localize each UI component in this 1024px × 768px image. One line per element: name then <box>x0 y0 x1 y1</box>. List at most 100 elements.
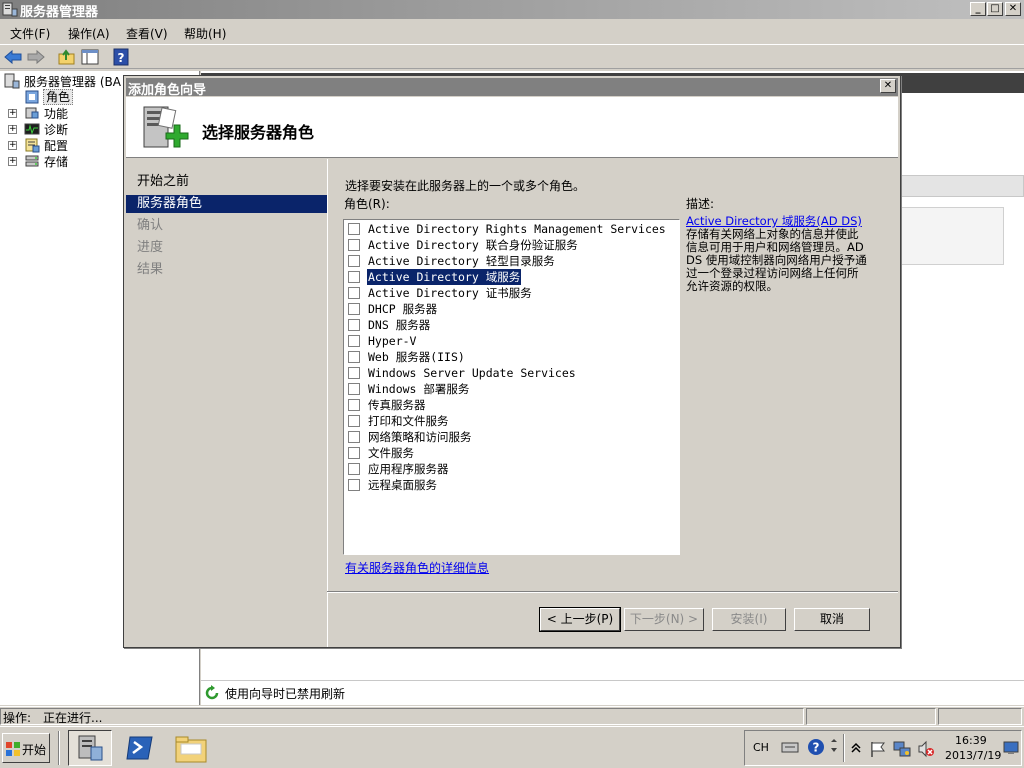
description-line: 允许资源的权限。 <box>686 279 778 293</box>
show-hide-console-tree-icon[interactable] <box>80 48 100 66</box>
role-checkbox[interactable] <box>348 415 360 427</box>
help-circle-icon[interactable]: ? <box>807 738 825 756</box>
configuration-icon <box>25 138 40 153</box>
wizard-step-before-you-begin[interactable]: 开始之前 <box>126 173 327 191</box>
wizard-step-nav: 开始之前 服务器角色 确认 进度 结果 <box>126 159 327 647</box>
status-bar: 操作: 正在进行... <box>0 706 1024 726</box>
dialog-titlebar[interactable]: 添加角色向导 ✕ <box>126 78 898 98</box>
main-window-title: 服务器管理器 <box>20 5 99 20</box>
menu-action[interactable]: 操作(A) <box>66 24 112 43</box>
role-label: 应用程序服务器 <box>368 462 449 476</box>
results-pane-section-header <box>899 175 1024 197</box>
instruction-text: 选择要安装在此服务器上的一个或多个角色。 <box>345 179 586 193</box>
network-icon[interactable] <box>893 740 911 758</box>
taskbar-explorer-button[interactable] <box>170 730 214 766</box>
role-checkbox[interactable] <box>348 255 360 267</box>
role-label: 文件服务 <box>368 446 414 460</box>
folder-icon <box>175 736 207 763</box>
menu-view[interactable]: 查看(V) <box>124 24 170 43</box>
tree-expander-storage[interactable]: + <box>8 157 17 166</box>
role-label: Active Directory Rights Management Servi… <box>368 222 666 236</box>
role-label: 打印和文件服务 <box>368 414 449 428</box>
role-checkbox[interactable] <box>348 479 360 491</box>
role-checkbox[interactable] <box>348 431 360 443</box>
close-button[interactable]: ✕ <box>1005 2 1021 16</box>
role-checkbox[interactable] <box>348 303 360 315</box>
wizard-step-results: 结果 <box>137 262 164 277</box>
taskbar-server-manager-button[interactable] <box>68 730 112 766</box>
tray-separator <box>843 734 845 762</box>
status-bar-main-cell: 操作: 正在进行... <box>0 708 804 725</box>
tray-clock-time[interactable]: 16:39 <box>955 734 987 747</box>
more-info-link[interactable]: 有关服务器角色的详细信息 <box>345 559 489 576</box>
action-center-flag-icon[interactable] <box>869 740 887 758</box>
cancel-button[interactable]: 取消 <box>794 608 870 631</box>
dialog-close-button[interactable]: ✕ <box>880 79 896 93</box>
back-button[interactable]: < 上一步(P) <box>539 607 621 632</box>
tray-clock-date[interactable]: 2013/7/19 <box>945 749 1001 762</box>
status-bar-cell-2 <box>806 708 936 725</box>
taskbar-powershell-button[interactable] <box>120 730 164 766</box>
role-label: Active Directory 证书服务 <box>368 286 532 300</box>
role-checkbox[interactable] <box>348 383 360 395</box>
next-button: 下一步(N) > <box>624 608 704 631</box>
role-checkbox[interactable] <box>348 287 360 299</box>
role-label: Active Directory 域服务 <box>367 269 522 285</box>
main-window-titlebar[interactable]: 服务器管理器 _ □ ✕ <box>0 0 1024 20</box>
role-checkbox[interactable] <box>348 335 360 347</box>
role-checkbox[interactable] <box>348 447 360 459</box>
add-roles-wizard-dialog: 添加角色向导 ✕ 选择服务器角色 开始之前 服务器角色 确认 进度 结果 选择要… <box>123 75 901 648</box>
menu-bar: 文件(F) 操作(A) 查看(V) 帮助(H) <box>0 21 1024 43</box>
role-checkbox[interactable] <box>348 239 360 251</box>
tree-item-roles-label: 角色 <box>43 89 74 105</box>
dialog-page-title: 选择服务器角色 <box>202 123 315 142</box>
wizard-step-server-roles[interactable]: 服务器角色 <box>126 195 327 213</box>
tree-item-diagnostics-label: 诊断 <box>44 123 69 137</box>
maximize-button[interactable]: □ <box>987 2 1003 16</box>
minimize-button[interactable]: _ <box>970 2 986 16</box>
tree-expander-features[interactable]: + <box>8 109 17 118</box>
keyboard-icon[interactable] <box>781 739 799 755</box>
input-language-indicator[interactable]: CH <box>753 741 769 754</box>
server-manager-icon <box>78 735 103 761</box>
server-role-add-icon <box>143 106 189 148</box>
up-folder-icon[interactable] <box>57 48 77 66</box>
tray-options-icon[interactable] <box>829 738 839 758</box>
role-checkbox[interactable] <box>348 271 360 283</box>
volume-muted-icon[interactable] <box>917 740 935 758</box>
start-label: 开始 <box>22 743 47 757</box>
start-button[interactable]: 开始 <box>2 733 50 763</box>
role-checkbox[interactable] <box>348 367 360 379</box>
status-label: 操作: <box>3 711 32 725</box>
back-arrow-icon[interactable] <box>3 48 23 66</box>
show-desktop-icon[interactable] <box>1003 741 1019 755</box>
forward-arrow-icon[interactable] <box>26 48 46 66</box>
role-checkbox[interactable] <box>348 223 360 235</box>
roles-icon <box>25 90 39 104</box>
help-icon[interactable]: ? <box>111 48 131 66</box>
refresh-icon <box>205 685 219 700</box>
refresh-status-bar: 使用向导时已禁用刷新 <box>201 680 1024 704</box>
role-checkbox[interactable] <box>348 351 360 363</box>
install-button: 安装(I) <box>712 608 786 631</box>
server-manager-icon <box>2 2 18 17</box>
role-label: 传真服务器 <box>368 398 426 412</box>
role-label: Active Directory 联合身份验证服务 <box>368 238 578 252</box>
menu-file[interactable]: 文件(F) <box>8 24 52 43</box>
svg-text:?: ? <box>118 51 125 65</box>
dialog-footer-divider <box>327 591 898 593</box>
menu-help[interactable]: 帮助(H) <box>182 24 228 43</box>
show-hidden-icons-chevron-icon[interactable] <box>851 742 861 754</box>
role-label: Active Directory 轻型目录服务 <box>368 254 555 268</box>
roles-list-label: 角色(R): <box>344 197 390 211</box>
role-checkbox[interactable] <box>348 319 360 331</box>
role-label: Hyper-V <box>368 334 417 348</box>
tree-item-storage-label: 存储 <box>44 155 69 169</box>
tree-expander-diagnostics[interactable]: + <box>8 125 17 134</box>
role-checkbox[interactable] <box>348 399 360 411</box>
role-checkbox[interactable] <box>348 463 360 475</box>
roles-listbox[interactable]: Active Directory Rights Management Servi… <box>343 219 680 555</box>
svg-text:?: ? <box>813 741 820 755</box>
dialog-header-banner: 选择服务器角色 <box>126 97 898 158</box>
tree-expander-configuration[interactable]: + <box>8 141 17 150</box>
